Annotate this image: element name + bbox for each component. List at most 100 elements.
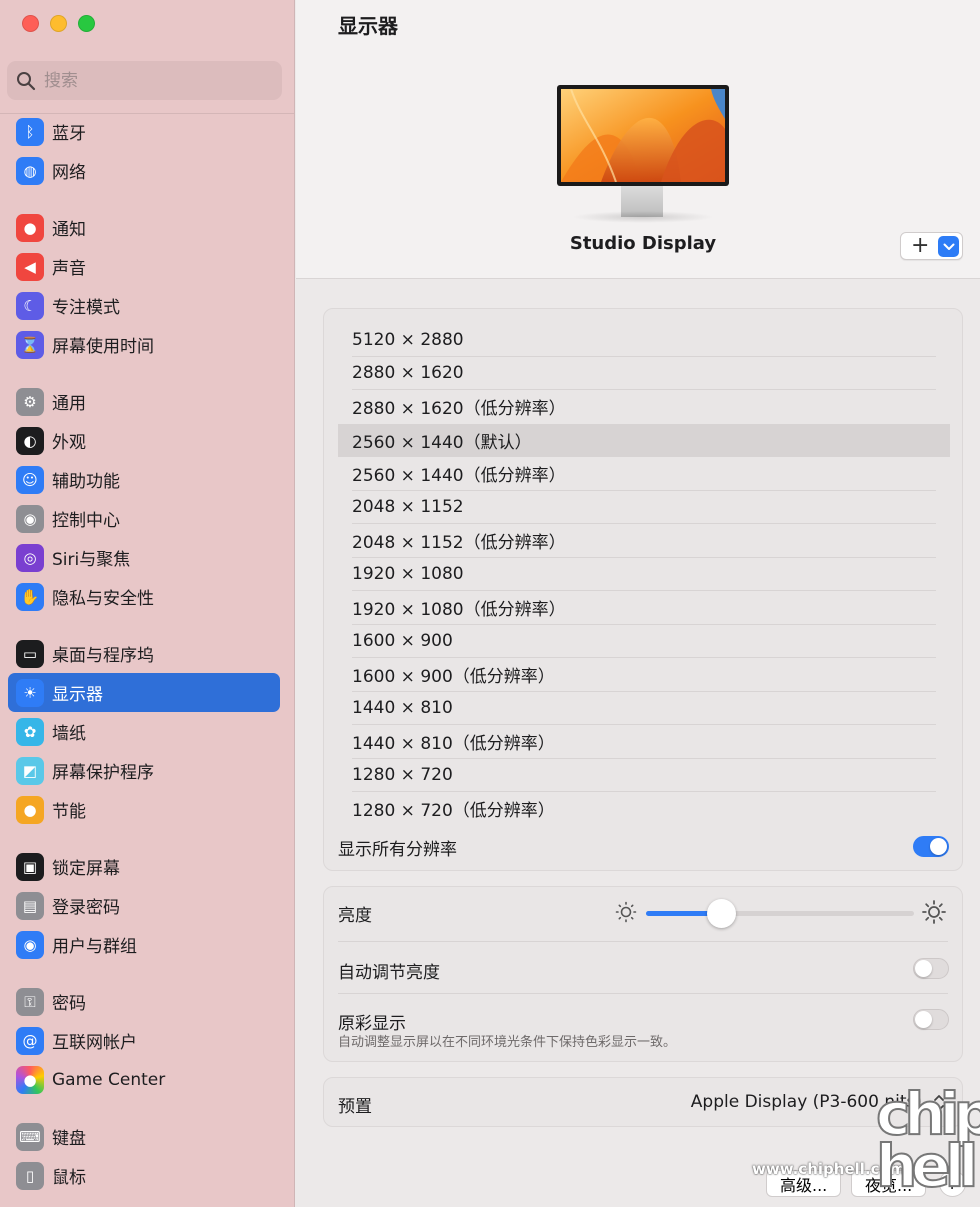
resolution-option[interactable]: 1440 × 810（低分辨率） bbox=[338, 725, 950, 759]
sidebar-list: ᛒ 蓝牙 ◍ 网络 ● 通知 ◀ 声音 ☾ 专注模式 ⌛ 屏幕使用时间 ⚙ 通用 ◐ 外观 ☺ 辅助功能 ◉ 控制中心… bbox=[8, 112, 280, 1195]
lock-screen-icon: ▣ bbox=[16, 852, 44, 881]
resolution-option[interactable]: 2048 × 1152 bbox=[338, 491, 950, 525]
sidebar-item-label: 蓝牙 bbox=[52, 124, 86, 144]
sidebar-item-key[interactable]: ⚿ 密码 bbox=[8, 982, 280, 1021]
sidebar-item-dock[interactable]: ▭ 桌面与程序坞 bbox=[8, 634, 280, 673]
resolution-list: 5120 × 2880 2880 × 1620 2880 × 1620（低分辨率） 2… bbox=[338, 323, 950, 826]
sidebar-item-moon[interactable]: ☾ 专注模式 bbox=[8, 286, 280, 325]
sidebar-item-appearance[interactable]: ◐ 外观 bbox=[8, 421, 280, 460]
close-window-button[interactable] bbox=[22, 15, 39, 32]
add-display-button[interactable]: + bbox=[900, 232, 963, 260]
sidebar-item-switches[interactable]: ◉ 控制中心 bbox=[8, 499, 280, 538]
resolution-option[interactable]: 1600 × 900 bbox=[338, 625, 950, 659]
toggle-knob bbox=[915, 960, 932, 977]
sidebar-item-hand[interactable]: ✋ 隐私与安全性 bbox=[8, 577, 280, 616]
resolution-option[interactable]: 2880 × 1620 bbox=[338, 357, 950, 391]
chevron-down-icon bbox=[943, 243, 954, 250]
sidebar-item-label: 键盘 bbox=[52, 1129, 86, 1149]
wallpaper-image bbox=[561, 89, 725, 182]
resolution-option[interactable]: 2880 × 1620（低分辨率） bbox=[338, 390, 950, 424]
plus-icon: + bbox=[911, 233, 930, 258]
minimize-window-button[interactable] bbox=[50, 15, 67, 32]
sidebar-item-speaker[interactable]: ◀ 声音 bbox=[8, 247, 280, 286]
bell-icon: ● bbox=[16, 213, 44, 242]
sidebar-item-accessibility[interactable]: ☺ 辅助功能 bbox=[8, 460, 280, 499]
brightness-slider[interactable] bbox=[646, 899, 914, 928]
search-field[interactable] bbox=[7, 61, 282, 100]
sidebar-item-label: 用户与群组 bbox=[52, 937, 137, 957]
resolution-option[interactable]: 1920 × 1080（低分辨率） bbox=[338, 591, 950, 625]
display-header: 显示器 Studio Display + bbox=[296, 0, 980, 279]
sidebar-item-gear[interactable]: ⚙ 通用 bbox=[8, 382, 280, 421]
appearance-icon: ◐ bbox=[16, 426, 44, 455]
monitor-illustration[interactable] bbox=[557, 85, 729, 225]
sidebar-item-users[interactable]: ◉ 用户与群组 bbox=[8, 925, 280, 964]
hand-icon: ✋ bbox=[16, 582, 44, 611]
sidebar-item-label: 通知 bbox=[52, 220, 86, 240]
resolution-option[interactable]: 1440 × 810 bbox=[338, 692, 950, 726]
sidebar-item-lock[interactable]: ▤ 登录密码 bbox=[8, 886, 280, 925]
sidebar-item-bulb[interactable]: ● 节能 bbox=[8, 790, 280, 829]
resolution-option[interactable]: 1920 × 1080 bbox=[338, 558, 950, 592]
search-input[interactable] bbox=[44, 70, 264, 91]
sidebar-item-hourglass[interactable]: ⌛ 屏幕使用时间 bbox=[8, 325, 280, 364]
toggle-knob bbox=[915, 1011, 932, 1028]
sidebar-item-label: Game Center bbox=[52, 1069, 166, 1090]
resolution-option[interactable]: 2560 × 1440（默认） bbox=[338, 423, 950, 457]
moon-icon: ☾ bbox=[16, 291, 44, 320]
sidebar-item-label: 屏幕保护程序 bbox=[52, 763, 154, 783]
dropdown-button[interactable] bbox=[938, 236, 959, 257]
siri-icon: ◎ bbox=[16, 543, 44, 572]
globe-icon: ◍ bbox=[16, 156, 44, 185]
sidebar-item-flower[interactable]: ✿ 墙纸 bbox=[8, 712, 280, 751]
resolution-option[interactable]: 2048 × 1152（低分辨率） bbox=[338, 524, 950, 558]
maximize-window-button[interactable] bbox=[78, 15, 95, 32]
sidebar-item-label: 互联网帐户 bbox=[52, 1033, 137, 1053]
monitor-shadow bbox=[572, 211, 714, 223]
sidebar-item-mouse[interactable]: ▯ 鼠标 bbox=[8, 1156, 280, 1195]
at-icon: @ bbox=[16, 1026, 44, 1055]
sidebar-item-label: 登录密码 bbox=[52, 898, 120, 918]
sidebar-item-at[interactable]: @ 互联网帐户 bbox=[8, 1021, 280, 1060]
resolution-option[interactable]: 1280 × 720 bbox=[338, 759, 950, 793]
sidebar-item-bell[interactable]: ● 通知 bbox=[8, 208, 280, 247]
brightness-label: 亮度 bbox=[338, 906, 372, 926]
flower-icon: ✿ bbox=[16, 717, 44, 746]
sidebar-item-label: 屏幕使用时间 bbox=[52, 337, 154, 357]
sidebar-item-label: 辅助功能 bbox=[52, 472, 120, 492]
page-title: 显示器 bbox=[338, 14, 398, 38]
resolution-option[interactable]: 2560 × 1440（低分辨率） bbox=[338, 457, 950, 491]
show-all-resolutions-toggle[interactable] bbox=[913, 836, 949, 857]
auto-brightness-toggle[interactable] bbox=[913, 958, 949, 979]
resolution-option[interactable]: 5120 × 2880 bbox=[338, 323, 950, 357]
keyboard-icon: ⌨ bbox=[16, 1122, 44, 1151]
resolution-option[interactable]: 1280 × 720（低分辨率） bbox=[338, 792, 950, 826]
sidebar-item-label: 节能 bbox=[52, 802, 86, 822]
monitor-screen bbox=[557, 85, 729, 186]
sidebar-item-keyboard[interactable]: ⌨ 键盘 bbox=[8, 1117, 280, 1156]
hourglass-icon: ⌛ bbox=[16, 330, 44, 359]
sidebar-item-game-center[interactable]: ● Game Center bbox=[8, 1060, 280, 1099]
divider bbox=[338, 993, 948, 994]
sidebar-item-lock-screen[interactable]: ▣ 锁定屏幕 bbox=[8, 847, 280, 886]
resolution-option[interactable]: 1600 × 900（低分辨率） bbox=[338, 658, 950, 692]
brightness-slider-knob[interactable] bbox=[707, 899, 737, 928]
sidebar-item-label: 密码 bbox=[52, 994, 86, 1014]
search-icon bbox=[17, 71, 36, 90]
sidebar-item-label: 墙纸 bbox=[52, 724, 86, 744]
preset-card[interactable]: 预置 Apple Display (P3-600 nits) bbox=[323, 1077, 963, 1127]
sidebar-item-bluetooth[interactable]: ᛒ 蓝牙 bbox=[8, 112, 280, 151]
lock-icon: ▤ bbox=[16, 891, 44, 920]
mouse-icon: ▯ bbox=[16, 1161, 44, 1190]
true-tone-toggle[interactable] bbox=[913, 1009, 949, 1030]
gear-icon: ⚙ bbox=[16, 387, 44, 416]
accessibility-icon: ☺ bbox=[16, 465, 44, 494]
sidebar-item-label: 显示器 bbox=[52, 685, 103, 705]
sidebar-item-siri[interactable]: ◎ Siri与聚焦 bbox=[8, 538, 280, 577]
main-pane: 显示器 Studio Display + 5120 × 2880 2880 × … bbox=[296, 0, 980, 1207]
sidebar-item-screensaver[interactable]: ◩ 屏幕保护程序 bbox=[8, 751, 280, 790]
sidebar-item-sun[interactable]: ☀ 显示器 bbox=[8, 673, 280, 712]
sidebar-item-globe[interactable]: ◍ 网络 bbox=[8, 151, 280, 190]
